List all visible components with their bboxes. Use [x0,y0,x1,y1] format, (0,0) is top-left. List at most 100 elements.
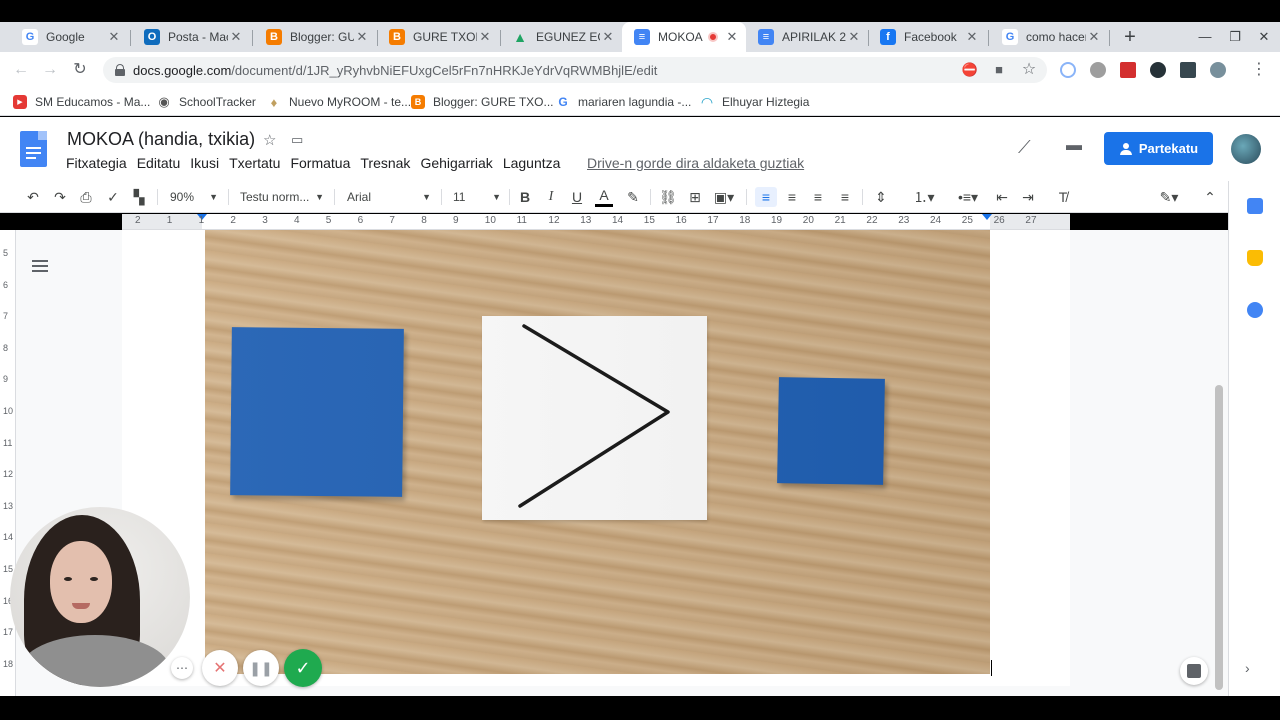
tab-drive[interactable]: ▲ EGUNEZ EG ✕ [500,22,622,52]
docs-logo-icon[interactable] [20,131,47,167]
webcam-overlay[interactable] [10,507,190,687]
tab-facebook[interactable]: f Facebook ✕ [868,22,986,52]
camera-icon[interactable]: ■ [990,61,1008,79]
move-folder-icon[interactable]: ▭ [291,132,303,148]
tab-close-icon[interactable]: ✕ [846,29,862,45]
add-comment-icon[interactable]: ⊞ [686,187,704,207]
insert-image-icon[interactable]: ▣▾ [711,187,737,207]
recorder-finish-icon[interactable]: ✓ [284,649,322,687]
embedded-photo[interactable] [205,230,990,674]
window-close-button[interactable]: ✕ [1254,22,1274,52]
tab-close-icon[interactable]: ✕ [724,29,740,45]
vertical-ruler[interactable]: 5 6 7 8 9 10 11 12 13 14 15 16 17 18 [0,230,16,696]
keep-icon[interactable] [1247,250,1263,266]
extension-icon[interactable] [1090,62,1106,78]
save-status-link[interactable]: Drive-n gorde dira aldaketa guztiak [587,155,804,171]
extension-screencast-icon[interactable] [1060,62,1076,78]
bookmark-item[interactable]: ▶ SM Educamos - Ma... [13,93,150,111]
align-justify-icon[interactable]: ≡ [836,187,854,207]
paint-format-icon[interactable]: ▚ [130,187,148,207]
paragraph-style-select[interactable]: Testu norm... ▼ [240,187,324,207]
explore-button[interactable] [1180,657,1208,685]
extension-grid-icon[interactable] [1180,62,1196,78]
new-tab-button[interactable]: + [1121,22,1139,52]
recorder-cancel-icon[interactable]: ✕ [202,650,238,686]
redo-icon[interactable]: ↷ [51,187,69,207]
tab-outlook[interactable]: O Posta - Mac ✕ [132,22,250,52]
align-left-icon[interactable]: ≡ [755,187,777,207]
vertical-scrollbar[interactable] [1215,385,1223,690]
decrease-indent-icon[interactable]: ⇤ [993,187,1011,207]
increase-indent-icon[interactable]: ⇥ [1019,187,1037,207]
address-bar[interactable]: docs.google.com/document/d/1JR_yRyhvbNiE… [103,57,1047,83]
star-icon[interactable]: ☆ [263,131,276,149]
menu-view[interactable]: Ikusi [190,155,219,173]
zoom-select[interactable]: 90% ▼ [170,187,218,207]
extension-pdf-icon[interactable] [1120,62,1136,78]
spellcheck-icon[interactable]: ✓ [104,187,122,207]
forward-button[interactable]: → [40,60,60,80]
tab-close-icon[interactable]: ✕ [477,29,493,45]
calendar-icon[interactable] [1247,198,1263,214]
print-icon[interactable]: ⎙ [77,187,95,207]
extension-icon[interactable] [1210,62,1226,78]
italic-icon[interactable]: I [542,187,560,207]
tab-apirilak[interactable]: ≡ APIRILAK 2 ✕ [746,22,868,52]
editing-mode-icon[interactable]: ✎▾ [1152,187,1186,207]
menu-format[interactable]: Formatua [290,155,350,173]
clear-formatting-icon[interactable]: T̸ [1054,187,1072,207]
line-spacing-icon[interactable]: ⇕ [871,187,891,207]
comments-icon[interactable]: ▬ [1066,137,1082,155]
collapse-menu-icon[interactable]: ⌃ [1201,187,1219,207]
menu-addons[interactable]: Gehigarriak [420,155,492,173]
highlight-icon[interactable]: ✎ [624,187,642,207]
tab-close-icon[interactable]: ✕ [1086,29,1102,45]
bookmark-item[interactable]: G mariaren lagundia -... [556,93,691,111]
horizontal-ruler[interactable]: 2 1 1 2 3 4 5 6 7 8 9 10 11 12 13 14 15 16 17 18 19 20 21 22 23 2… [122,214,1070,230]
bookmark-item[interactable]: B Blogger: GURE TXO... [411,93,554,111]
tab-close-icon[interactable]: ✕ [228,29,244,45]
menu-insert[interactable]: Txertatu [229,155,280,173]
tasks-icon[interactable] [1247,302,1263,318]
bookmark-item[interactable]: ♦ Nuevo MyROOM - te... [267,93,411,111]
tab-como-hacer[interactable]: G como hacer ✕ [990,22,1108,52]
menu-edit[interactable]: Editatu [137,155,181,173]
minimize-button[interactable]: — [1195,22,1215,52]
link-icon[interactable]: ⛓ [659,187,677,207]
share-button[interactable]: Partekatu [1104,132,1213,165]
tab-google[interactable]: G Google ✕ [10,22,128,52]
document-title[interactable]: MOKOA (handia, txikia) [67,129,255,150]
bookmark-item[interactable]: ◉ SchoolTracker [157,93,256,111]
font-size-select[interactable]: 11 ▼ [453,187,501,207]
side-panel-expand-icon[interactable]: › [1245,660,1250,676]
activity-trend-icon[interactable]: ⟋ [1018,137,1031,158]
recorder-more-icon[interactable]: ⋯ [171,657,193,679]
undo-icon[interactable]: ↶ [24,187,42,207]
tab-blogger-1[interactable]: B Blogger: GU ✕ [254,22,376,52]
reload-button[interactable]: ↻ [70,60,90,80]
bold-icon[interactable]: B [516,187,534,207]
tab-close-icon[interactable]: ✕ [354,29,370,45]
extension-blocked-icon[interactable]: ⛔ [961,61,979,79]
menu-file[interactable]: Fitxategia [66,155,127,173]
tab-close-icon[interactable]: ✕ [600,29,616,45]
tab-close-icon[interactable]: ✕ [964,29,980,45]
tab-mokoa-active[interactable]: ≡ MOKOA ✕ [622,22,746,52]
bookmark-item[interactable]: ◠ Elhuyar Hiztegia [700,93,810,111]
align-center-icon[interactable]: ≡ [783,187,801,207]
numbered-list-icon[interactable]: ⒈▾ [907,187,941,207]
bookmark-star-icon[interactable]: ☆ [1020,61,1038,79]
tab-blogger-2[interactable]: B GURE TXOK ✕ [377,22,499,52]
avatar[interactable] [1231,134,1261,164]
document-outline-icon[interactable] [32,258,48,274]
browser-menu-icon[interactable]: ⋮ [1250,61,1268,79]
recorder-pause-icon[interactable]: ❚❚ [243,650,279,686]
bulleted-list-icon[interactable]: •≡▾ [951,187,985,207]
menu-tools[interactable]: Tresnak [360,155,410,173]
back-button[interactable]: ← [11,60,31,80]
menu-help[interactable]: Laguntza [503,155,561,173]
underline-icon[interactable]: U [568,187,586,207]
right-indent-marker[interactable] [982,214,992,220]
extension-icon[interactable] [1150,62,1166,78]
text-color-icon[interactable]: A [595,187,613,207]
